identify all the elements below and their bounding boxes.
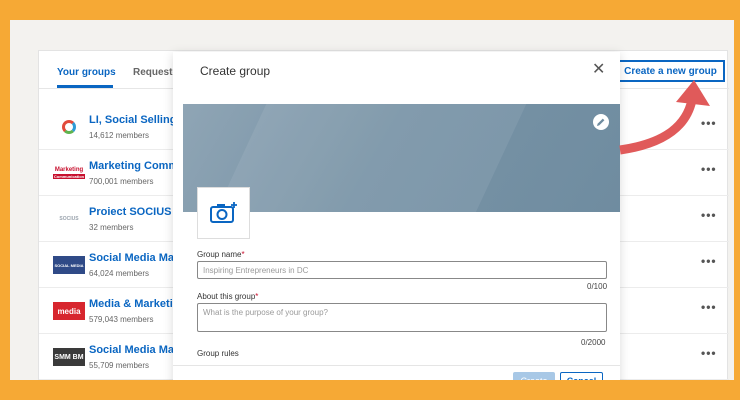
cancel-button[interactable]: Cancel [560,372,603,380]
group-logo-subtext: Communication [52,174,86,179]
more-horizontal-icon[interactable]: ••• [701,300,717,314]
more-horizontal-icon[interactable]: ••• [701,346,717,360]
create-group-modal: Create group ✕ Group name* Inspiring Ent… [173,52,620,380]
modal-footer: Create Cancel [173,365,620,380]
modal-header: Create group ✕ [173,52,620,82]
close-icon[interactable]: ✕ [592,62,605,78]
group-name[interactable]: Social Media Mark [89,344,184,356]
group-members: 55,709 members [89,361,150,370]
pencil-icon[interactable] [593,114,609,130]
group-logo: SOCIUS [59,216,79,222]
about-group-label: About this group* [197,292,259,301]
group-logo: SMM BM [53,348,85,366]
group-name[interactable]: Media & Marketing [89,298,186,310]
camera-add-icon [209,202,237,223]
group-members: 64,024 members [89,269,150,278]
group-name-counter: 0/100 [587,282,608,291]
more-horizontal-icon[interactable]: ••• [701,208,717,222]
tab-your-groups[interactable]: Your groups [57,67,116,78]
group-members: 700,001 members [89,177,154,186]
group-name-input[interactable]: Inspiring Entrepreneurs in DC [197,261,607,279]
screenshot-frame: Your groups Requested Create a new group… [10,20,734,380]
group-members: 579,043 members [89,315,154,324]
more-horizontal-icon[interactable]: ••• [701,254,717,268]
group-logo: media [53,302,85,320]
group-name[interactable]: Proiect SOCIUS [89,206,172,218]
group-logo: SOCIAL MEDIA [53,256,85,274]
group-members: 14,612 members [89,131,150,140]
curved-arrow-annotation [619,80,710,155]
group-members: 32 members [89,223,134,232]
modal-title: Create group [200,64,271,78]
group-logo-ring-icon [62,120,76,134]
create-button[interactable]: Create [513,372,555,380]
active-tab-indicator [57,85,113,88]
about-group-textarea[interactable]: What is the purpose of your group? [197,303,607,332]
group-logo [53,118,85,136]
group-rules-label: Group rules [197,349,239,358]
group-name[interactable]: Social Media Mark [89,252,184,264]
group-name-label: Group name* [197,250,245,259]
about-group-counter: 0/2000 [581,338,606,347]
group-name[interactable]: Marketing Commu [89,160,185,172]
group-logo: Marketing Communication [52,164,86,182]
group-logo-upload[interactable] [197,187,250,239]
group-logo-text: Marketing [54,167,84,173]
